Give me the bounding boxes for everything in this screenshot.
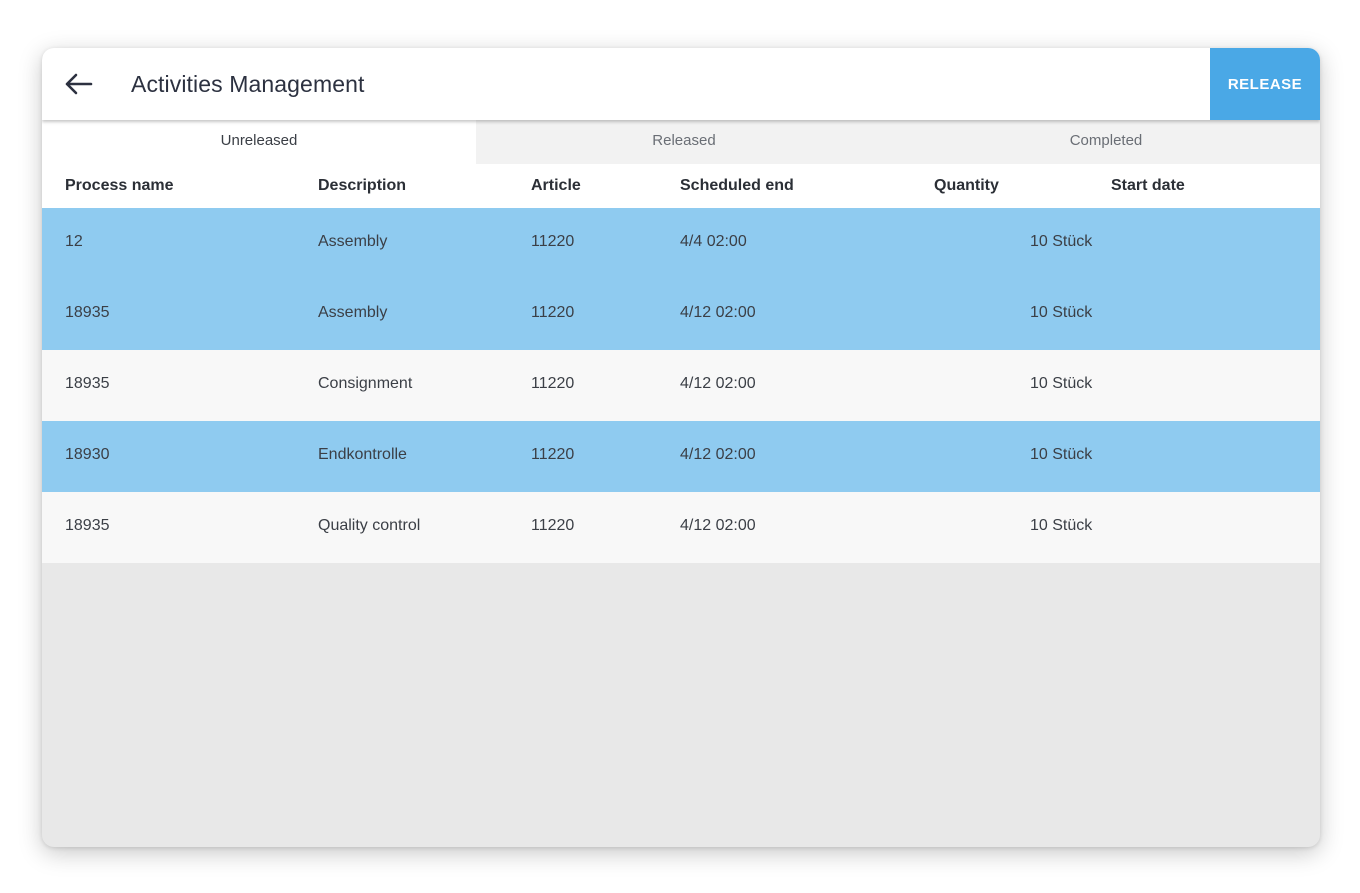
cell-article: 11220: [531, 375, 575, 392]
cell-process-name: 12: [65, 233, 83, 250]
column-header-start-date[interactable]: Start date: [1111, 164, 1185, 208]
cell-quantity: 10 Stück: [1030, 304, 1093, 321]
cell-scheduled-end: 4/12 02:00: [680, 517, 756, 534]
tab-unreleased[interactable]: Unreleased: [42, 120, 476, 164]
app-bar: Activities Management RELEASE: [42, 48, 1320, 120]
cell-process-name: 18930: [65, 446, 110, 463]
cell-article: 11220: [531, 446, 575, 463]
page-title: Activities Management: [131, 71, 365, 97]
cell-scheduled-end: 4/12 02:00: [680, 304, 756, 321]
cell-process-name: 18935: [65, 517, 110, 534]
table-row[interactable]: 18935 Consignment 11220 4/12 02:00 10 St…: [42, 350, 1320, 421]
cell-process-name: 18935: [65, 304, 110, 321]
cell-description: Assembly: [318, 304, 388, 321]
table-row[interactable]: 12 Assembly 11220 4/4 02:00 10 Stück: [42, 208, 1320, 279]
cell-scheduled-end: 4/4 02:00: [680, 233, 747, 250]
table-body: 12 Assembly 11220 4/4 02:00 10 Stück 189…: [42, 208, 1320, 563]
back-button[interactable]: [56, 62, 100, 106]
tab-released[interactable]: Released: [476, 120, 892, 164]
cell-description: Endkontrolle: [318, 446, 407, 463]
cell-description: Assembly: [318, 233, 388, 250]
table-row[interactable]: 18935 Quality control 11220 4/12 02:00 1…: [42, 492, 1320, 563]
cell-quantity: 10 Stück: [1030, 517, 1093, 534]
app-window: Activities Management RELEASE Unreleased…: [42, 48, 1320, 847]
column-header-process-name[interactable]: Process name: [65, 164, 174, 208]
cell-description: Quality control: [318, 517, 421, 534]
cell-description: Consignment: [318, 375, 413, 392]
cell-quantity: 10 Stück: [1030, 446, 1093, 463]
cell-scheduled-end: 4/12 02:00: [680, 446, 756, 463]
arrow-left-icon: [65, 73, 93, 95]
cell-article: 11220: [531, 233, 575, 250]
cell-quantity: 10 Stück: [1030, 233, 1093, 250]
table-header: Process name Description Article Schedul…: [42, 164, 1320, 208]
column-header-scheduled-end[interactable]: Scheduled end: [680, 164, 794, 208]
column-header-quantity[interactable]: Quantity: [934, 164, 999, 208]
table-row[interactable]: 18930 Endkontrolle 11220 4/12 02:00 10 S…: [42, 421, 1320, 492]
column-header-article[interactable]: Article: [531, 164, 581, 208]
cell-quantity: 10 Stück: [1030, 375, 1093, 392]
cell-scheduled-end: 4/12 02:00: [680, 375, 756, 392]
cell-article: 11220: [531, 517, 575, 534]
cell-article: 11220: [531, 304, 575, 321]
release-button[interactable]: RELEASE: [1210, 48, 1320, 120]
table-row[interactable]: 18935 Assembly 11220 4/12 02:00 10 Stück: [42, 279, 1320, 350]
column-header-description[interactable]: Description: [318, 164, 406, 208]
tab-bar: Unreleased Released Completed: [42, 120, 1320, 164]
cell-process-name: 18935: [65, 375, 110, 392]
tab-completed[interactable]: Completed: [892, 120, 1320, 164]
